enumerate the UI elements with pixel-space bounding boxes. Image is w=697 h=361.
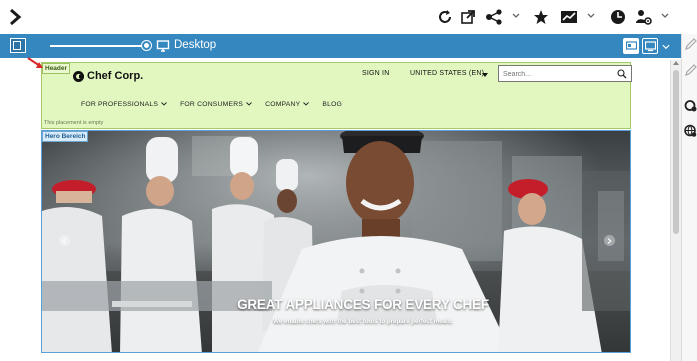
preview-toolbar: Desktop	[0, 34, 681, 58]
view-mode-preview-button[interactable]	[623, 38, 639, 54]
search-input[interactable]	[503, 68, 603, 80]
refresh-icon[interactable]	[437, 8, 453, 26]
search-icon[interactable]	[617, 69, 627, 79]
desktop-icon	[156, 39, 170, 53]
pencil-icon[interactable]	[684, 38, 697, 51]
view-mode-chevron-icon[interactable]	[661, 38, 671, 54]
hero-banner[interactable]: GREAT APPLIANCES FOR EVERY CHEF We enabl…	[41, 130, 631, 353]
brand-name: Chef Corp.	[87, 70, 144, 82]
site-search[interactable]	[498, 65, 632, 82]
hero-next-button[interactable]	[604, 235, 615, 246]
analytics-icon[interactable]	[560, 8, 578, 26]
device-label: Desktop	[174, 39, 217, 51]
scroll-thumb[interactable]	[673, 70, 679, 234]
chevron-down-icon	[161, 102, 167, 106]
main-navigation: FOR PROFESSIONALS FOR CONSUMERS COMPANY …	[81, 99, 342, 109]
region-selector[interactable]: UNITED STATES (EN)	[410, 70, 484, 77]
nav-item-label: FOR CONSUMERS	[180, 100, 244, 108]
device-width-slider-track[interactable]	[50, 45, 146, 47]
header-placement-tag[interactable]: Header	[42, 63, 71, 74]
view-mode-group	[623, 37, 671, 55]
nav-item-blog[interactable]: BLOG	[322, 99, 342, 109]
hero-subtitle: We enable chefs with the best tools to p…	[273, 318, 453, 325]
nav-item-company[interactable]: COMPANY	[265, 99, 310, 109]
expand-icon[interactable]	[6, 7, 24, 27]
chevron-down-icon	[246, 102, 252, 106]
device-width-slider-handle[interactable]	[142, 41, 151, 50]
nav-item-for-professionals[interactable]: FOR PROFESSIONALS	[81, 99, 167, 109]
nav-item-for-consumers[interactable]: FOR CONSUMERS	[180, 99, 252, 109]
sign-in-link[interactable]: SIGN IN	[362, 70, 389, 77]
user-settings-icon[interactable]	[635, 8, 653, 26]
region-caret-icon[interactable]	[482, 73, 488, 77]
reload-settings-icon[interactable]	[684, 99, 697, 112]
header-empty-note: This placement is empty	[44, 120, 104, 126]
nav-item-label: FOR PROFESSIONALS	[81, 100, 159, 108]
timer-icon[interactable]	[610, 8, 626, 26]
preview-scrollbar[interactable]	[670, 60, 681, 361]
globe-settings-icon[interactable]	[684, 124, 697, 137]
hero-prev-button[interactable]	[59, 235, 70, 246]
annotation-arrow-icon	[27, 57, 43, 68]
star-icon[interactable]	[533, 8, 549, 26]
right-side-rail	[681, 34, 697, 361]
share-icon[interactable]	[485, 8, 503, 26]
nav-item-label: COMPANY	[265, 100, 301, 108]
analytics-menu-chevron-icon[interactable]	[586, 9, 596, 23]
open-external-icon[interactable]	[460, 8, 476, 26]
user-menu-chevron-icon[interactable]	[660, 9, 670, 23]
chevron-down-icon	[303, 102, 310, 106]
pencil-icon[interactable]	[684, 64, 697, 77]
view-mode-edit-button[interactable]	[642, 38, 658, 54]
brand-logo[interactable]: Chef Corp.	[73, 69, 143, 83]
hero-placement-tag[interactable]: Hero Bereich	[42, 131, 89, 142]
share-menu-chevron-icon[interactable]	[511, 9, 521, 23]
hero-title: GREAT APPLIANCES FOR EVERY CHEF	[237, 297, 489, 312]
top-toolbar	[0, 0, 697, 34]
nav-item-label: BLOG	[322, 100, 343, 108]
placement-toggle-icon[interactable]	[10, 38, 26, 53]
scroll-up-icon[interactable]	[673, 61, 679, 65]
chevron-left-icon	[62, 237, 67, 244]
chevron-right-icon	[607, 237, 612, 244]
brand-logo-mark	[73, 70, 84, 82]
